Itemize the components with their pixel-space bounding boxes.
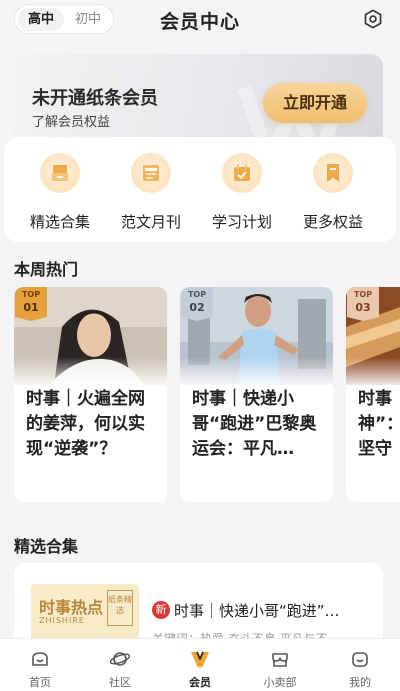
membership-status: 未开通纸条会员 bbox=[32, 88, 158, 109]
collections-section-title: 精选合集 bbox=[14, 537, 79, 556]
header: 高中 初中 会员中心 bbox=[0, 0, 400, 40]
benefit-label: 更多权益 bbox=[302, 213, 363, 231]
article-title: 时事｜火遍全网的姜萍，何以实现“逆袭”？ bbox=[26, 389, 145, 459]
bottom-tab-bar: 首页 社区 会员 小卖部 我的 bbox=[0, 638, 400, 691]
tab-community[interactable]: 社区 bbox=[80, 639, 160, 691]
benefit-more[interactable]: 更多权益 bbox=[288, 149, 378, 237]
benefits-panel: 精选合集 范文月刊 学习计划 更多权益 bbox=[4, 137, 396, 242]
hot-card-1[interactable]: TOP 01 时事｜火遍全网的姜萍，何以实现“逆袭”？ bbox=[14, 287, 167, 502]
plan-icon bbox=[222, 153, 262, 193]
planet-icon bbox=[110, 652, 130, 666]
article-title: 时事神”：坚守 bbox=[358, 389, 396, 459]
new-badge: 新 bbox=[152, 601, 170, 619]
tab-membership[interactable]: 会员 bbox=[160, 639, 240, 691]
image-fade bbox=[14, 357, 167, 389]
page-title: 会员中心 bbox=[159, 11, 240, 33]
activate-now-button[interactable]: 立即开通 bbox=[263, 83, 367, 123]
gear-icon[interactable] bbox=[362, 8, 384, 30]
benefit-label: 学习计划 bbox=[211, 213, 272, 231]
learn-benefits-link[interactable]: 了解会员权益 bbox=[32, 111, 110, 130]
hot-card-3[interactable]: TOP 03 时事神”：坚守 bbox=[346, 287, 400, 502]
article-title: 时事｜快递小哥“跑进”巴黎奥运会：平凡… bbox=[192, 389, 317, 459]
image-fade bbox=[180, 357, 333, 389]
image-fade bbox=[346, 357, 400, 389]
hot-card-2[interactable]: TOP 02 时事｜快递小哥“跑进”巴黎奥运会：平凡… bbox=[180, 287, 333, 502]
home-icon bbox=[32, 652, 48, 666]
rank-badge: TOP 01 bbox=[21, 290, 41, 314]
membership-banner[interactable]: 未开通纸条会员 了解会员权益 立即开通 bbox=[14, 54, 383, 150]
benefit-label: 范文月刊 bbox=[120, 213, 181, 231]
benefit-monthly-essays[interactable]: 范文月刊 bbox=[106, 149, 196, 237]
tab-shop[interactable]: 小卖部 bbox=[240, 639, 320, 691]
benefit-label: 精选合集 bbox=[29, 213, 90, 231]
benefit-study-plan[interactable]: 学习计划 bbox=[197, 149, 287, 237]
bookmark-icon bbox=[313, 153, 353, 193]
rank-badge: TOP 02 bbox=[187, 290, 207, 314]
hot-section-title: 本周热门 bbox=[14, 260, 79, 279]
collection-title: 时事｜快递小哥“跑进”… bbox=[174, 602, 340, 620]
rank-badge: TOP 03 bbox=[353, 290, 373, 314]
shop-icon bbox=[272, 653, 288, 667]
tab-home[interactable]: 首页 bbox=[0, 639, 80, 691]
vip-icon bbox=[191, 651, 209, 667]
collection-icon bbox=[40, 153, 80, 193]
magazine-icon bbox=[131, 153, 171, 193]
profile-icon bbox=[352, 652, 368, 667]
tab-profile[interactable]: 我的 bbox=[320, 639, 400, 691]
benefit-collections[interactable]: 精选合集 bbox=[15, 149, 105, 237]
